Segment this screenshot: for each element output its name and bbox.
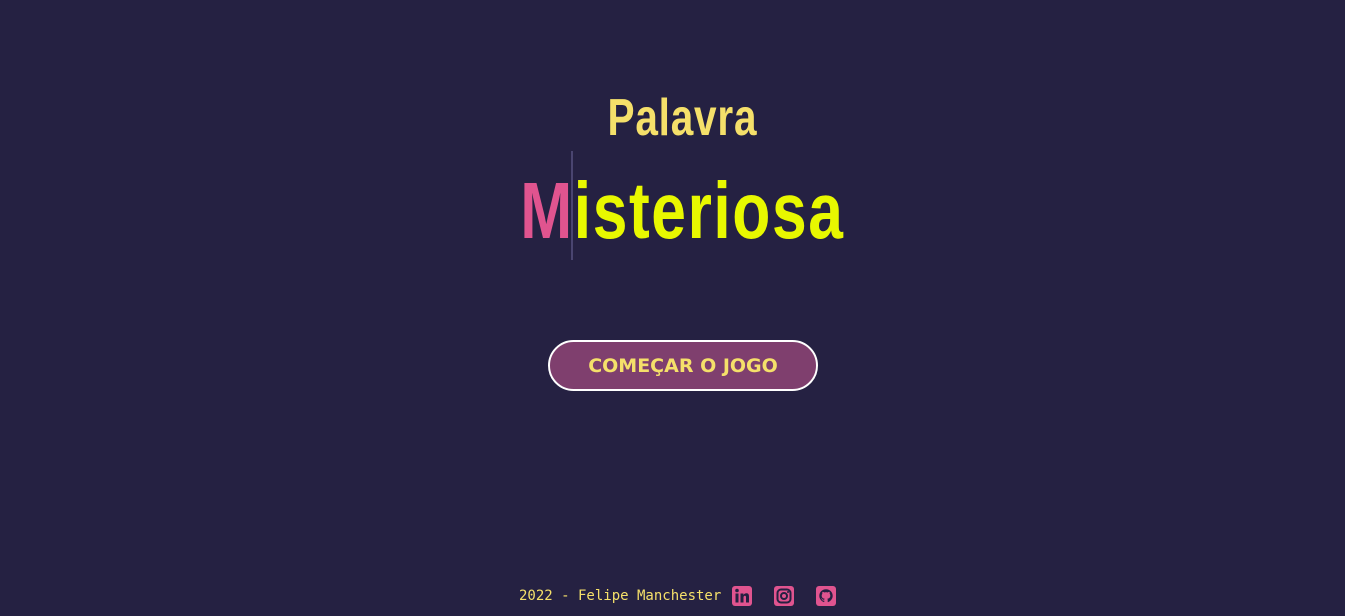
linkedin-icon[interactable] [731, 585, 753, 607]
title-first-letter: M [520, 166, 574, 255]
page: Palavra Misteriosa COMEÇAR O JOGO 2022 -… [0, 0, 1345, 616]
instagram-icon[interactable] [773, 585, 795, 607]
title-palavra: Palavra [607, 89, 758, 147]
footer: 2022 - Felipe Manchester [519, 584, 837, 608]
title-rest-letters: isteriosa [573, 166, 845, 255]
footer-credit: 2022 - Felipe Manchester [519, 588, 722, 604]
text-cursor [571, 151, 573, 260]
start-game-button[interactable]: COMEÇAR O JOGO [548, 340, 818, 391]
github-icon[interactable] [815, 585, 837, 607]
title-misteriosa: Misteriosa [150, 166, 1215, 256]
